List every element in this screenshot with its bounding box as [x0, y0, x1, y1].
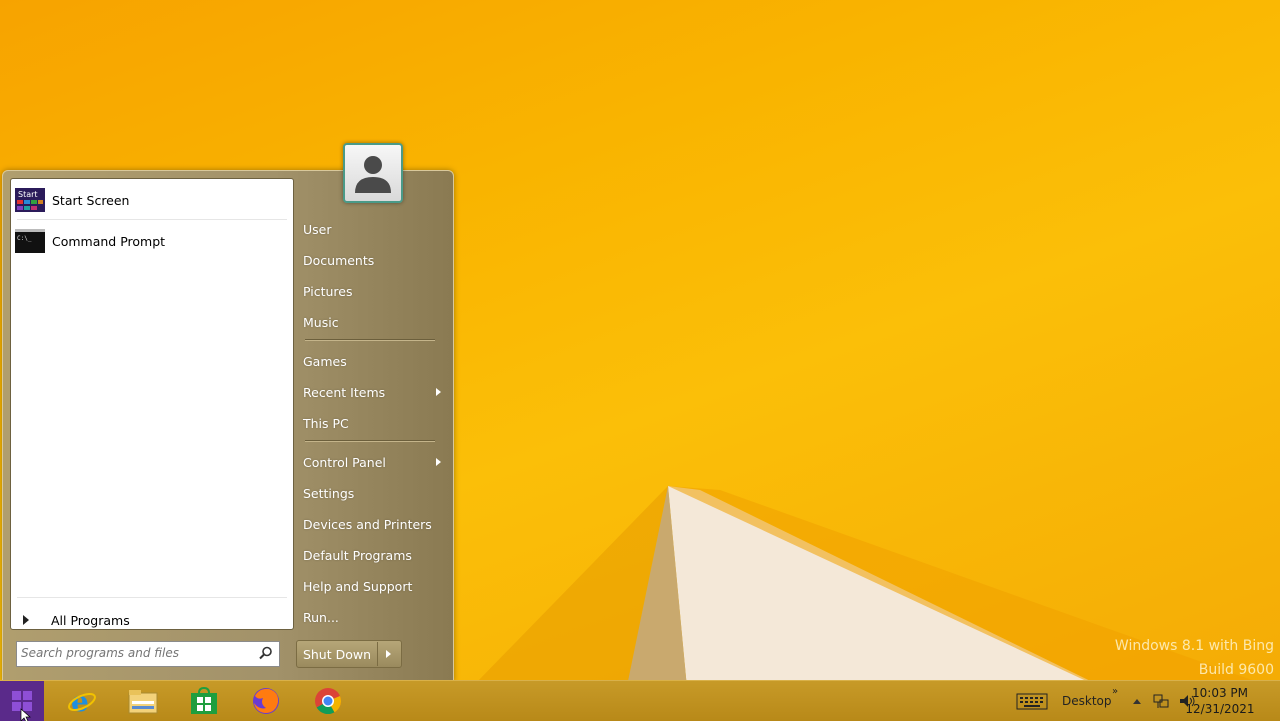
chevron-up-icon [1133, 699, 1141, 704]
separator [17, 597, 287, 598]
menu-item-pictures[interactable]: Pictures [303, 277, 447, 305]
menu-item-recent-items[interactable]: Recent Items [303, 378, 447, 406]
start-menu: Start Start Screen C:\_ Command Prompt A… [2, 170, 454, 682]
svg-text:C:\_: C:\_ [17, 235, 32, 242]
internet-explorer-icon: e [68, 686, 96, 716]
submenu-arrow-icon [436, 458, 441, 466]
menu-item-user[interactable]: User [303, 215, 447, 243]
user-icon [355, 156, 391, 193]
menu-item-run[interactable]: Run... [303, 603, 447, 631]
pinned-item-start-screen[interactable]: Start Start Screen [15, 183, 287, 217]
taskbar-chrome[interactable] [300, 681, 356, 721]
desktop-toolbar-label: Desktop [1062, 694, 1112, 708]
submenu-arrow-icon [436, 388, 441, 396]
pinned-item-command-prompt[interactable]: C:\_ Command Prompt [15, 224, 287, 258]
svg-text:Start: Start [18, 190, 38, 199]
taskbar-clock[interactable]: 10:03 PM 12/31/2021 [1180, 685, 1260, 717]
menu-item-games[interactable]: Games [303, 347, 447, 375]
taskbar-store[interactable] [176, 681, 232, 721]
toolbar-chevron-icon[interactable]: » [1112, 671, 1118, 711]
windows-logo-icon [12, 691, 32, 723]
search-input[interactable] [21, 644, 247, 662]
network-icon[interactable] [1152, 681, 1170, 721]
desktop-toolbar[interactable]: Desktop [1062, 681, 1112, 721]
clock-time: 10:03 PM [1192, 686, 1248, 700]
command-prompt-icon: C:\_ [15, 229, 45, 253]
menu-item-default-programs[interactable]: Default Programs [303, 541, 447, 569]
separator [305, 440, 435, 442]
clock-date: 12/31/2021 [1185, 702, 1255, 716]
shutdown-label: Shut Down [302, 646, 372, 662]
start-menu-places-pane: User Documents Pictures Music Games Rece… [293, 171, 453, 681]
taskbar-firefox[interactable] [238, 681, 294, 721]
chrome-icon [315, 688, 342, 715]
taskbar-internet-explorer[interactable]: e [54, 681, 110, 721]
all-programs-button[interactable]: All Programs [19, 609, 289, 631]
all-programs-label: All Programs [51, 612, 130, 628]
menu-item-documents[interactable]: Documents [303, 246, 447, 274]
shutdown-button[interactable]: Shut Down [296, 640, 402, 668]
windows-watermark: Windows 8.1 with Bing Build 9600 [1115, 634, 1274, 682]
menu-item-control-panel[interactable]: Control Panel [303, 448, 447, 476]
user-avatar[interactable] [343, 143, 403, 203]
shutdown-options-button[interactable] [377, 642, 400, 666]
show-hidden-icons-button[interactable] [1132, 681, 1142, 721]
taskbar: e Desktop » 10:03 PM 12/31/2021 [0, 680, 1280, 723]
triangle-right-icon [23, 615, 29, 625]
menu-item-settings[interactable]: Settings [303, 479, 447, 507]
watermark-build: Build 9600 [1198, 662, 1274, 678]
separator [17, 219, 287, 220]
search-icon[interactable] [259, 646, 273, 660]
pinned-item-label: Command Prompt [52, 233, 166, 249]
keyboard-icon [1016, 693, 1048, 710]
file-explorer-icon [128, 690, 158, 714]
store-icon [191, 687, 217, 714]
touch-keyboard-button[interactable] [1016, 681, 1048, 721]
search-box[interactable] [16, 641, 280, 667]
start-screen-icon: Start [15, 188, 45, 212]
taskbar-file-explorer[interactable] [115, 681, 171, 721]
start-menu-programs-pane: Start Start Screen C:\_ Command Prompt A… [10, 178, 294, 630]
pinned-item-label: Start Screen [52, 192, 130, 208]
watermark-edition: Windows 8.1 with Bing [1114, 638, 1274, 654]
separator [305, 339, 435, 341]
menu-item-music[interactable]: Music [303, 308, 447, 336]
menu-item-help-and-support[interactable]: Help and Support [303, 572, 447, 600]
start-button[interactable] [0, 681, 44, 723]
menu-item-this-pc[interactable]: This PC [303, 409, 447, 437]
firefox-icon [253, 688, 279, 714]
menu-item-devices-and-printers[interactable]: Devices and Printers [303, 510, 447, 538]
